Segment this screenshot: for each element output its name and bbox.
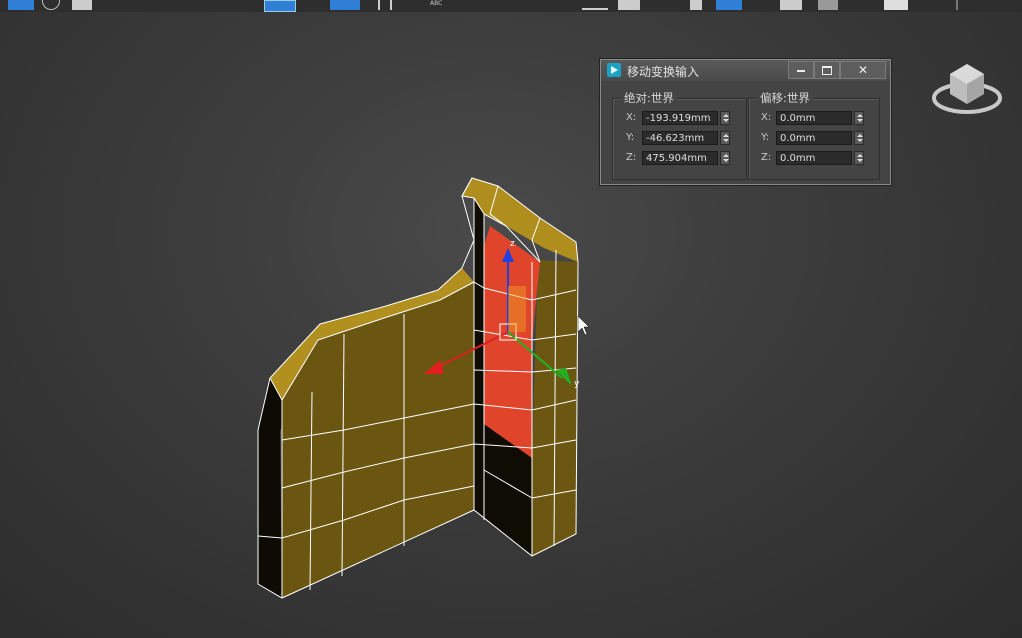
scale-icon[interactable] xyxy=(72,0,92,10)
gizmo-y-label: y xyxy=(574,379,580,389)
close-icon: ✕ xyxy=(857,63,869,77)
close-button[interactable]: ✕ xyxy=(840,61,886,79)
render-frame-icon[interactable] xyxy=(780,0,802,10)
align-icon[interactable] xyxy=(582,0,608,10)
off-x-field[interactable]: 0.0mm xyxy=(776,111,852,125)
render-setup-icon[interactable] xyxy=(716,0,742,10)
absolute-group-title: 绝对:世界 xyxy=(621,90,677,106)
app-logo-icon xyxy=(607,63,621,77)
mouse-cursor-icon xyxy=(577,315,590,336)
abs-x-spinner[interactable] xyxy=(720,111,730,125)
restore-icon xyxy=(822,66,832,75)
text-tool-icon[interactable]: ABC xyxy=(430,0,442,10)
off-x-spinner[interactable] xyxy=(854,111,864,125)
off-z-label: Z: xyxy=(761,152,772,163)
rotate-icon[interactable] xyxy=(42,0,60,10)
abs-y-label: Y: xyxy=(626,132,635,143)
dialog-title-bar[interactable]: 移动变换输入 ✕ xyxy=(601,60,890,81)
mirror-icon[interactable] xyxy=(378,0,392,10)
restore-button[interactable] xyxy=(814,61,840,79)
abs-x-label: X: xyxy=(626,112,637,123)
select-region-icon[interactable] xyxy=(264,0,296,12)
offset-group-title: 偏移:世界 xyxy=(757,90,813,106)
render-icon[interactable] xyxy=(818,0,838,10)
gizmo-z-label: z xyxy=(510,239,515,249)
layer-icon[interactable] xyxy=(618,0,640,10)
snap-icon[interactable] xyxy=(330,0,360,10)
off-y-spinner[interactable] xyxy=(854,131,864,145)
offset-world-group: 偏移:世界 X: 0.0mm Y: 0.0mm Z: 0.0mm xyxy=(748,90,880,180)
select-move-icon[interactable] xyxy=(8,0,34,10)
teapot-icon[interactable] xyxy=(884,0,908,10)
abs-z-label: Z: xyxy=(626,152,637,163)
abs-z-field[interactable]: 475.904mm xyxy=(642,151,718,165)
off-y-label: Y: xyxy=(761,132,770,143)
minimize-icon xyxy=(797,69,805,72)
off-z-field[interactable]: 0.0mm xyxy=(776,151,852,165)
perspective-viewport[interactable]: z y 移动变换输入 ✕ 绝对:世界 X: -193.919mm Y: -46.… xyxy=(0,12,1022,638)
off-z-spinner[interactable] xyxy=(854,151,864,165)
off-y-field[interactable]: 0.0mm xyxy=(776,131,852,145)
absolute-world-group: 绝对:世界 X: -193.919mm Y: -46.623mm Z: 475.… xyxy=(612,90,747,180)
minimize-button[interactable] xyxy=(788,61,814,79)
dialog-title: 移动变换输入 xyxy=(627,65,700,79)
abs-x-field[interactable]: -193.919mm xyxy=(642,111,718,125)
move-transform-dialog: 移动变换输入 ✕ 绝对:世界 X: -193.919mm Y: -46.623m… xyxy=(600,59,891,185)
abs-z-spinner[interactable] xyxy=(720,151,730,165)
viewcube-icon[interactable] xyxy=(930,54,1004,118)
material-icon[interactable] xyxy=(690,0,702,10)
toolbar-extra-icon[interactable] xyxy=(956,0,970,10)
off-x-label: X: xyxy=(761,112,772,123)
abs-y-spinner[interactable] xyxy=(720,131,730,145)
abs-y-field[interactable]: -46.623mm xyxy=(642,131,718,145)
